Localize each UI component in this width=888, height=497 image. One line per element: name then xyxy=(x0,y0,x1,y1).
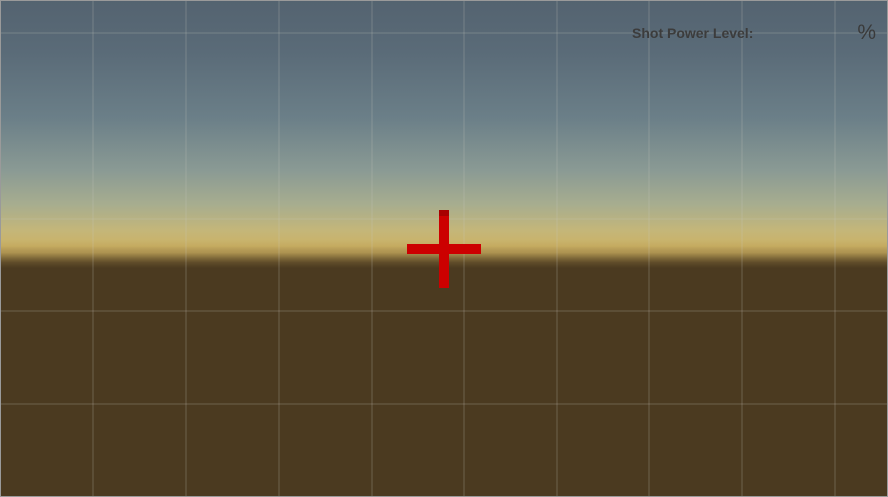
ground-plane xyxy=(0,262,888,497)
shot-power-hud: Shot Power Level: % xyxy=(632,21,876,44)
shot-power-label: Shot Power Level: xyxy=(632,25,754,41)
horizon xyxy=(0,240,888,268)
game-viewport[interactable]: Shot Power Level: % xyxy=(0,0,888,497)
shot-power-unit: % xyxy=(857,21,876,44)
